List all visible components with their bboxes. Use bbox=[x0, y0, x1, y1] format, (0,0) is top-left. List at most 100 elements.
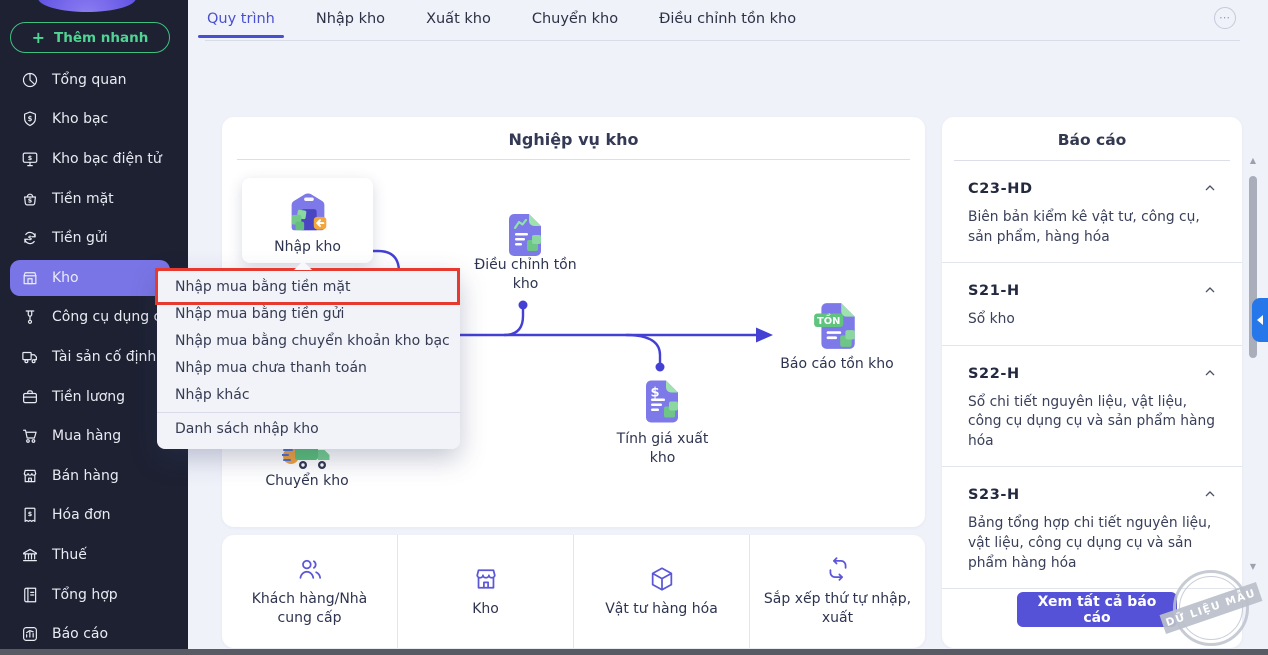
purse-dollar-icon: $ bbox=[21, 190, 39, 208]
dropdown-caret bbox=[294, 261, 312, 270]
sort-arrows-icon bbox=[824, 555, 852, 583]
sidebar-item-refresh-dollar[interactable]: $Tiền gửi bbox=[0, 218, 188, 258]
app-logo bbox=[38, 0, 136, 12]
sidebar-item-label: Hóa đơn bbox=[52, 507, 110, 523]
window-bottom-edge bbox=[0, 649, 1268, 655]
report-panel: Báo cáo C23-HD Biên bản kiểm kê vật tư, c… bbox=[942, 117, 1242, 648]
more-options-button[interactable]: ⋯ bbox=[1214, 7, 1236, 29]
flow-node-nhap-kho[interactable]: Nhập kho bbox=[242, 178, 373, 263]
report-desc: Bảng tổng hợp chi tiết nguyên liệu, vật … bbox=[968, 514, 1216, 573]
storefront-icon bbox=[472, 565, 500, 593]
bank-icon bbox=[21, 546, 39, 564]
sidebar-item-monitor-dollar[interactable]: $ Kho bạc điện tử bbox=[0, 139, 188, 179]
tab-3[interactable]: Xuất kho bbox=[424, 0, 493, 36]
report-item-S23-H[interactable]: S23-HBảng tổng hợp chi tiết nguyên liệu,… bbox=[942, 467, 1242, 589]
invoice-icon: $ bbox=[21, 506, 39, 524]
people-icon bbox=[296, 555, 324, 583]
bottom-item-sort-arrows[interactable]: Sắp xếp thứ tự nhập, xuất bbox=[749, 535, 925, 648]
sidebar-item-chart[interactable]: Báo cáo bbox=[0, 614, 188, 654]
sidebar-item-shield-dollar[interactable]: $ Kho bạc bbox=[0, 100, 188, 140]
chevron-up-icon[interactable] bbox=[1202, 486, 1218, 502]
quick-add-label: Thêm nhanh bbox=[54, 30, 148, 46]
ledger-icon bbox=[21, 586, 39, 604]
svg-text:$: $ bbox=[28, 154, 32, 162]
view-all-reports-button[interactable]: Xem tất cả báo cáo bbox=[1017, 592, 1177, 627]
divider bbox=[237, 159, 910, 160]
dropdown-item[interactable]: Nhập mua bằng tiền gửi bbox=[157, 301, 460, 328]
sidebar-item-label: Kho bbox=[52, 270, 79, 286]
bottom-item-label: Sắp xếp thứ tự nhập, xuất bbox=[763, 590, 913, 628]
chevron-up-icon[interactable] bbox=[1202, 365, 1218, 381]
chevron-up-icon[interactable] bbox=[1202, 180, 1218, 196]
stock-report-icon[interactable]: TỒN bbox=[813, 301, 859, 351]
flow-node-chuyen-kho[interactable]: Chuyển kho bbox=[257, 472, 357, 491]
sidebar-item-label: Kho bạc bbox=[52, 111, 108, 127]
svg-text:$: $ bbox=[28, 115, 33, 123]
chevron-up-icon[interactable] bbox=[1202, 282, 1218, 298]
bottom-item-label: Vật tư hàng hóa bbox=[605, 600, 718, 619]
briefcase-icon bbox=[21, 388, 39, 406]
report-item-C23-HD[interactable]: C23-HD Biên bản kiểm kê vật tư, công cụ, … bbox=[942, 161, 1242, 263]
sidebar-item-bank[interactable]: Thuế bbox=[0, 535, 188, 575]
tools-icon bbox=[21, 308, 39, 326]
sidebar-item-invoice[interactable]: $ Hóa đơn bbox=[0, 496, 188, 536]
dropdown-item[interactable]: Danh sách nhập kho bbox=[157, 416, 460, 443]
scroll-down-icon[interactable]: ▼ bbox=[1246, 562, 1260, 571]
dropdown-divider bbox=[157, 412, 460, 413]
tab-5[interactable]: Điều chỉnh tồn kho bbox=[657, 0, 798, 36]
dropdown-item[interactable]: Nhập mua chưa thanh toán bbox=[157, 355, 460, 382]
refresh-dollar-icon: $ bbox=[21, 229, 39, 247]
bottom-item-storefront[interactable]: Kho bbox=[397, 535, 573, 648]
sidebar-item-warehouse[interactable]: Kho bbox=[10, 260, 170, 296]
tab-2[interactable]: Nhập kho bbox=[314, 0, 387, 36]
sidebar-item-label: Báo cáo bbox=[52, 626, 108, 642]
price-calc-icon[interactable]: $ bbox=[642, 378, 682, 425]
bottom-item-people[interactable]: Khách hàng/Nhà cung cấp bbox=[222, 535, 397, 648]
report-code: C23-HD bbox=[968, 181, 1216, 197]
flow-node-dieu-chinh[interactable]: Điều chỉnh tồn kho bbox=[468, 256, 583, 294]
report-code: S21-H bbox=[968, 283, 1216, 299]
shield-dollar-icon: $ bbox=[21, 110, 39, 128]
report-item-S22-H[interactable]: S22-H Sổ chi tiết nguyên liệu, vật liệu, … bbox=[942, 346, 1242, 468]
tab-1[interactable]: Quy trình bbox=[205, 0, 277, 36]
svg-text:$: $ bbox=[28, 234, 32, 242]
sidebar-item-label: Kho bạc điện tử bbox=[52, 151, 162, 167]
report-desc: Biên bản kiểm kê vật tư, công cụ, sản ph… bbox=[968, 208, 1216, 247]
report-desc: Sổ kho bbox=[968, 310, 1216, 330]
adjust-stock-icon[interactable] bbox=[505, 212, 545, 258]
sidebar-item-storefront[interactable]: Bán hàng bbox=[0, 456, 188, 496]
scroll-up-icon[interactable]: ▲ bbox=[1246, 156, 1260, 165]
bottom-item-cube[interactable]: Vật tư hàng hóa bbox=[573, 535, 749, 648]
sidebar-item-pie-chart[interactable]: Tổng quan bbox=[0, 60, 188, 100]
sidebar-item-label: Tổng quan bbox=[52, 72, 127, 88]
flow-node-tinh-gia[interactable]: Tính giá xuất kho bbox=[605, 430, 720, 468]
monitor-dollar-icon: $ bbox=[21, 150, 39, 168]
dropdown-item[interactable]: Nhập mua bằng tiền mặt bbox=[157, 274, 460, 301]
cube-icon bbox=[648, 565, 676, 593]
svg-text:$: $ bbox=[28, 510, 32, 518]
report-item-S21-H[interactable]: S21-H Sổ kho bbox=[942, 263, 1242, 346]
report-panel-title: Báo cáo bbox=[942, 131, 1242, 149]
sidebar-item-purse-dollar[interactable]: $ Tiền mặt bbox=[0, 179, 188, 219]
collapse-panel-button[interactable] bbox=[1252, 298, 1268, 342]
report-scrollbar: ▲ ▼ bbox=[1246, 152, 1260, 582]
sidebar-item-label: Bán hàng bbox=[52, 468, 119, 484]
arrow-left-icon bbox=[1257, 315, 1263, 325]
catalog-shortcuts-card: Khách hàng/Nhà cung cấp Kho Vật tư hàng hó… bbox=[222, 535, 925, 648]
warehouse-icon bbox=[21, 269, 39, 287]
sidebar-item-label: Tiền lương bbox=[52, 389, 125, 405]
sidebar-item-label: Công cụ dụng cụ bbox=[52, 309, 170, 325]
sidebar-item-label: Tiền mặt bbox=[52, 191, 114, 207]
flow-node-bao-cao-ton[interactable]: Báo cáo tồn kho bbox=[772, 355, 902, 374]
flow-card-title: Nghiệp vụ kho bbox=[222, 130, 925, 149]
quick-add-button[interactable]: + Thêm nhanh bbox=[10, 22, 170, 53]
bottom-item-label: Khách hàng/Nhà cung cấp bbox=[235, 590, 385, 628]
dropdown-item[interactable]: Nhập khác bbox=[157, 382, 460, 409]
app-window: + Thêm nhanh Tổng quan $ Kho bạc $ Kho bạc đ… bbox=[0, 0, 1268, 655]
tab-4[interactable]: Chuyển kho bbox=[530, 0, 620, 36]
dropdown-item[interactable]: Nhập mua bằng chuyển khoản kho bạc bbox=[157, 328, 460, 355]
report-code: S22-H bbox=[968, 366, 1216, 382]
report-desc: Sổ chi tiết nguyên liệu, vật liệu, công … bbox=[968, 393, 1216, 452]
cart-icon bbox=[21, 427, 39, 445]
sidebar-item-ledger[interactable]: Tổng hợp bbox=[0, 575, 188, 615]
